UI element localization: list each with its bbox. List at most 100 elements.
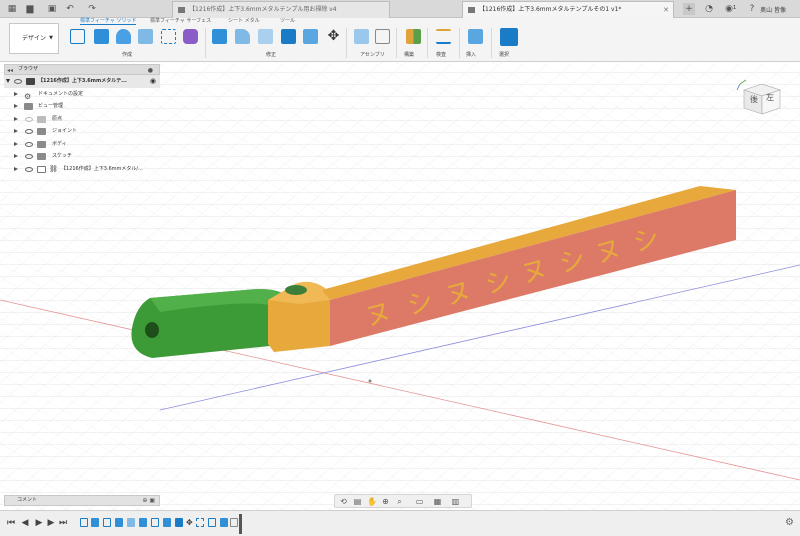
pan-icon[interactable]: ✋ <box>367 497 377 506</box>
timeline-feature-move[interactable]: ✥ <box>186 518 194 527</box>
activate-radio-icon[interactable]: ◉ <box>150 75 156 88</box>
select-icon[interactable] <box>500 28 518 46</box>
look-at-icon[interactable]: ▤ <box>353 497 362 506</box>
visibility-eye-icon[interactable] <box>25 154 33 159</box>
collapse-icon[interactable]: ◂◂ <box>7 66 13 75</box>
visibility-eye-icon[interactable] <box>25 129 33 134</box>
save-icon[interactable]: ▣ <box>46 3 58 15</box>
group-create-label[interactable]: 作成 <box>122 51 132 58</box>
tree-item[interactable]: ビュー管理 <box>4 100 160 113</box>
prev-step-icon[interactable]: ◀ <box>20 517 30 529</box>
timeline-feature-pattern[interactable] <box>196 518 204 527</box>
expand-triangle-icon[interactable] <box>6 79 10 83</box>
group-inspect-label[interactable]: 検査 <box>436 51 446 58</box>
tree-item[interactable]: 原点 <box>4 113 160 126</box>
expand-triangle-icon[interactable] <box>14 104 18 108</box>
visibility-eye-icon[interactable] <box>25 116 33 122</box>
viewport-icon[interactable]: ▥ <box>451 497 460 506</box>
expand-triangle-icon[interactable] <box>14 154 18 158</box>
gear-icon[interactable]: ⚙ <box>785 517 794 528</box>
timeline-feature-extrude[interactable] <box>163 518 171 527</box>
timeline-feature-extrude[interactable] <box>91 518 99 527</box>
timeline-feature-extrude[interactable] <box>139 518 147 527</box>
component-icon[interactable] <box>354 29 369 44</box>
tree-item[interactable]: ⛓ 【1216作成】上下3.6mmメタル/... <box>4 163 160 176</box>
tree-root[interactable]: 【1216作成】上下3.6mmメタルテ... ◉ <box>4 75 160 88</box>
first-step-icon[interactable]: ⏮ <box>6 517 16 529</box>
expand-triangle-icon[interactable] <box>14 91 18 96</box>
timeline-feature-extrude[interactable] <box>115 518 123 527</box>
view-cube[interactable]: 後 左 <box>736 78 792 118</box>
tree-item[interactable]: ジョイント <box>4 125 160 138</box>
next-step-icon[interactable]: ▶ <box>46 517 56 529</box>
hole-icon[interactable] <box>138 29 153 44</box>
browser-header[interactable]: ◂◂ ブラウザ ● <box>4 64 160 75</box>
tab-solid[interactable]: 標準フィーチャ ソリッド <box>80 18 137 25</box>
view-cube-graphic[interactable] <box>736 78 792 118</box>
data-panel-icon[interactable]: ◔ <box>703 3 715 15</box>
chamfer-icon[interactable] <box>258 29 273 44</box>
timeline-marker[interactable] <box>239 514 242 534</box>
move-icon[interactable]: ✥ <box>326 29 341 44</box>
group-insert-label[interactable]: 挿入 <box>466 51 476 58</box>
comments-panel[interactable]: コメント ⊕ ▣ <box>4 495 160 506</box>
group-modify-label[interactable]: 修正 <box>266 51 276 58</box>
expand-triangle-icon[interactable] <box>14 141 18 146</box>
tree-item[interactable]: ボディ <box>4 138 160 151</box>
group-select-label[interactable]: 選択 <box>499 51 509 58</box>
display-icon[interactable]: ▭ <box>415 497 424 506</box>
zoom-icon[interactable]: ⊕ <box>381 497 390 506</box>
measure-icon[interactable] <box>436 29 451 44</box>
document-tab[interactable]: 【1216作成】上下3.6mmメタルテンプル用お掃除 v4 <box>172 1 390 18</box>
grid-icon[interactable]: ▦ <box>6 3 18 15</box>
add-tab-icon[interactable]: + <box>683 3 695 15</box>
redo-icon[interactable]: ↷ <box>86 3 98 15</box>
orbit-icon[interactable]: ⟲ <box>339 497 348 506</box>
extrude-icon[interactable] <box>94 29 109 44</box>
group-assemble-label[interactable]: アセンブリ <box>360 51 385 58</box>
timeline-feature-sketch[interactable] <box>208 518 216 527</box>
combine-icon[interactable] <box>281 29 296 44</box>
expand-triangle-icon[interactable] <box>14 116 18 121</box>
visibility-eye-icon[interactable] <box>25 141 33 147</box>
grid-settings-icon[interactable]: ▦ <box>433 497 442 506</box>
press-pull-icon[interactable] <box>212 29 227 44</box>
pattern-icon[interactable] <box>161 29 176 44</box>
joint-icon[interactable] <box>375 29 390 44</box>
tab-surface[interactable]: 標準フィーチャ サーフェス <box>150 18 211 25</box>
tab-sheet-metal[interactable]: シート メタル <box>228 18 260 25</box>
form-icon[interactable] <box>183 29 198 44</box>
timeline-feature-fillet[interactable] <box>127 518 135 527</box>
tree-item[interactable]: スケッチ <box>4 150 160 163</box>
document-tab-active[interactable]: 【1216作成】上下3.6mmメタルテンプルその1 v1* ✕ <box>462 1 674 18</box>
timeline-feature-sketch[interactable] <box>103 518 111 527</box>
expand-triangle-icon[interactable] <box>14 166 18 171</box>
close-icon[interactable]: ✕ <box>663 2 669 18</box>
file-icon[interactable]: ▆ <box>24 3 36 15</box>
timeline-feature-joint[interactable] <box>230 518 238 527</box>
plane-icon[interactable] <box>406 29 421 44</box>
user-name[interactable]: 奥山 皆像 <box>760 5 786 14</box>
workspace-switcher[interactable]: デザイン ▼ <box>9 23 59 54</box>
offset-face-icon[interactable] <box>303 29 318 44</box>
visibility-eye-icon[interactable] <box>14 79 22 84</box>
insert-image-icon[interactable] <box>468 29 483 44</box>
tab-tools[interactable]: ツール <box>280 18 295 25</box>
timeline-feature-combine[interactable] <box>175 518 183 527</box>
help-icon[interactable]: ? <box>746 3 758 15</box>
add-comment-icon[interactable]: ⊕ ▣ <box>142 496 155 505</box>
timeline-feature-sketch[interactable] <box>151 518 159 527</box>
fillet-icon[interactable] <box>235 29 250 44</box>
fit-icon[interactable]: ⌕ <box>395 497 404 506</box>
tree-item[interactable]: ⚙ ドキュメントの設定 <box>4 88 160 101</box>
timeline-feature-extrude[interactable] <box>220 518 228 527</box>
timeline-feature-sketch[interactable] <box>80 518 88 527</box>
pin-icon[interactable]: ● <box>148 66 153 75</box>
sketch-icon[interactable] <box>70 29 85 44</box>
group-construct-label[interactable]: 構築 <box>404 51 414 58</box>
last-step-icon[interactable]: ⏭ <box>58 517 68 529</box>
visibility-eye-icon[interactable] <box>25 166 33 172</box>
play-icon[interactable]: ▶ <box>34 517 44 529</box>
undo-icon[interactable]: ↶ <box>64 3 76 15</box>
expand-triangle-icon[interactable] <box>14 129 18 133</box>
